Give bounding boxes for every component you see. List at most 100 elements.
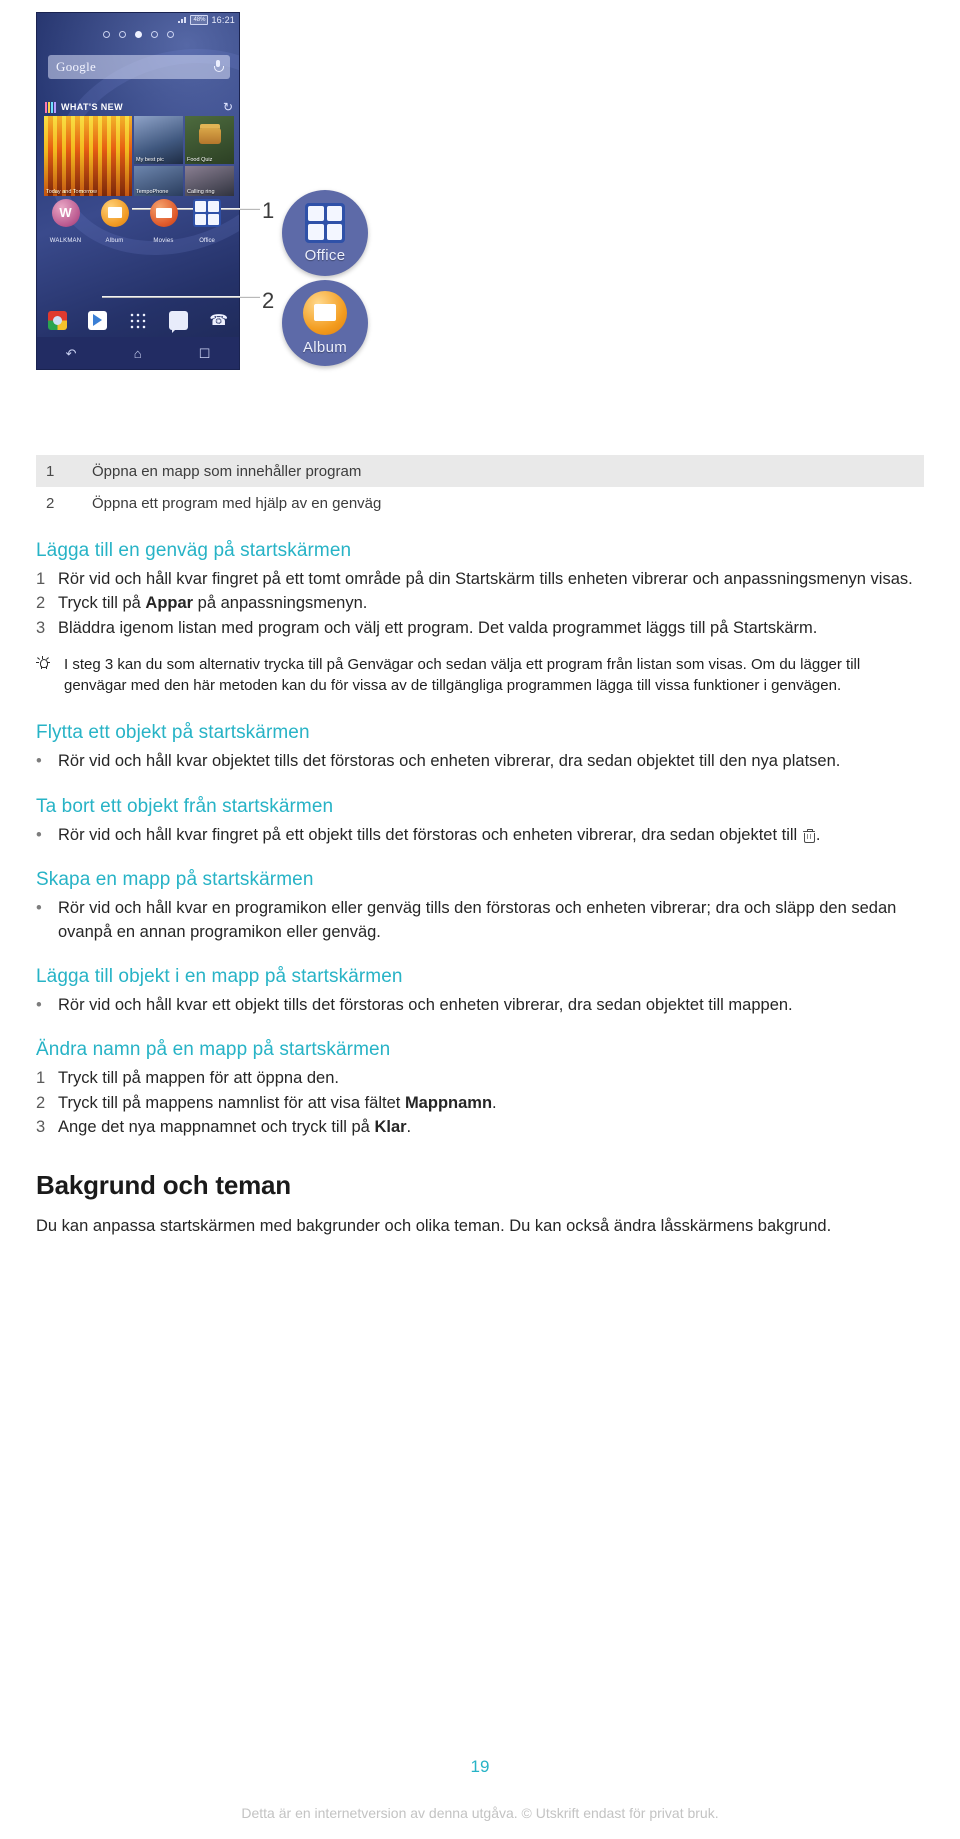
section-heading: Lägga till objekt i en mapp på startskär… — [36, 965, 403, 987]
section-heading: Skapa en mapp på startskärmen — [36, 869, 314, 891]
step-text-before: Tryck till på — [58, 594, 146, 613]
battery-icon: 48% — [190, 14, 209, 25]
step-text: Tryck till på Appar på anpassningsmenyn. — [58, 592, 926, 615]
status-clock: 16:21 — [211, 14, 235, 25]
app-movies[interactable]: Movies — [142, 199, 186, 247]
microphone-icon[interactable] — [214, 60, 224, 74]
back-icon[interactable]: ↶ — [66, 347, 77, 360]
legend-number: 2 — [46, 494, 55, 512]
phone-icon[interactable]: ☎ — [209, 311, 228, 330]
callout-number-1: 1 — [262, 198, 275, 223]
table-row: 1 Öppna en mapp som innehåller program — [36, 455, 924, 487]
bullet-marker: • — [36, 825, 42, 844]
page-dot-active — [134, 31, 142, 38]
list-item: 1 Tryck till på mappen för att öppna den… — [36, 1067, 926, 1090]
app-walkman[interactable]: WALKMAN — [44, 199, 88, 247]
app-label: Movies — [153, 238, 174, 244]
list-item: 1 Rör vid och håll kvar fingret på ett t… — [36, 568, 926, 591]
step-text-before: Tryck till på mappens namnlist för att v… — [58, 1093, 405, 1112]
walkman-icon — [51, 199, 80, 227]
step-text-emphasis: Klar — [374, 1118, 407, 1137]
bullet-list: • Rör vid och håll kvar en programikon e… — [36, 897, 926, 944]
tip-text: I steg 3 kan du som alternativ trycka ti… — [64, 656, 861, 695]
step-number: 3 — [36, 618, 46, 637]
list-item: • Rör vid och håll kvar objektet tills d… — [36, 750, 926, 773]
callout-album: Album — [282, 280, 368, 366]
home-icon[interactable]: ⌂ — [134, 347, 142, 360]
page-number: 19 — [470, 1757, 490, 1776]
step-text-after: . — [406, 1118, 412, 1137]
app-label: Album — [105, 238, 124, 244]
home-dock: ☎ — [37, 305, 239, 335]
tile-item[interactable]: My best pic — [134, 116, 183, 164]
chrome-icon[interactable] — [47, 310, 67, 330]
callout-office: Office — [282, 190, 368, 276]
google-logo: Google — [56, 59, 97, 74]
app-drawer-icon[interactable] — [128, 310, 148, 330]
album-icon — [100, 199, 129, 227]
figure-legend-table: 1 Öppna en mapp som innehåller program 2… — [36, 455, 924, 519]
whats-new-tiles: Today and Tomorrow My best pic Food Quiz… — [44, 116, 234, 196]
step-text-emphasis: Mappnamn — [404, 1093, 493, 1112]
office-folder-icon — [193, 199, 221, 227]
list-item: 3 Bläddra igenom listan med program och … — [36, 617, 926, 640]
home-page-indicator — [37, 31, 239, 38]
tile-item[interactable]: Calling ring — [185, 166, 234, 196]
section-create-folder: Skapa en mapp på startskärmen • Rör vid … — [36, 869, 926, 944]
table-row: 2 Öppna ett program med hjälp av en genv… — [36, 487, 924, 519]
tile-item[interactable]: TempoPhone — [134, 166, 183, 196]
step-text: Ange det nya mappnamnet och tryck till p… — [58, 1116, 926, 1139]
step-text-after: på anpassningsmenyn. — [193, 594, 368, 613]
callout-leader-line-2 — [102, 296, 260, 298]
legend-number: 1 — [46, 462, 55, 480]
step-number: 2 — [36, 594, 46, 613]
bullet-text: Rör vid och håll kvar en programikon ell… — [58, 899, 897, 941]
tile-title: Today and Tomorrow — [46, 188, 97, 195]
app-office-folder[interactable]: Office — [185, 199, 229, 247]
office-folder-icon — [305, 202, 345, 243]
section-add-to-folder: Lägga till objekt i en mapp på startskär… — [36, 966, 926, 1017]
bullet-text: Rör vid och håll kvar objektet tills det… — [58, 752, 841, 771]
movies-icon — [149, 199, 178, 227]
section-remove-item: Ta bort ett objekt från startskärmen • R… — [36, 796, 926, 847]
page-dot — [118, 31, 126, 38]
footer-note: Detta är en internetversion av denna utg… — [241, 1805, 719, 1821]
section-heading: Ändra namn på en mapp på startskärmen — [36, 1039, 391, 1061]
step-text-emphasis: Appar — [145, 594, 194, 613]
list-item: • Rör vid och håll kvar en programikon e… — [36, 897, 926, 944]
messaging-icon[interactable] — [168, 310, 188, 333]
bullet-marker: • — [36, 995, 42, 1014]
tile-item[interactable]: Today and Tomorrow — [44, 116, 132, 196]
step-text: Bläddra igenom listan med program och vä… — [58, 618, 818, 637]
app-label: WALKMAN — [49, 238, 82, 244]
step-number: 3 — [36, 1118, 46, 1137]
recents-icon[interactable]: ☐ — [199, 347, 211, 360]
tile-item[interactable]: Food Quiz — [185, 116, 234, 164]
android-navigation-bar: ↶ ⌂ ☐ — [37, 337, 239, 369]
google-search-bar[interactable]: Google — [48, 55, 230, 79]
step-list: 1 Tryck till på mappen för att öppna den… — [36, 1067, 926, 1139]
list-item: 3 Ange det nya mappnamnet och tryck till… — [36, 1116, 926, 1139]
album-icon — [303, 290, 347, 335]
refresh-icon[interactable]: ↻ — [223, 101, 233, 113]
phone-status-bar: 48% 16:21 — [37, 13, 239, 26]
page-dot — [150, 31, 158, 38]
page-title: Bakgrund och teman — [36, 1169, 291, 1200]
play-store-icon[interactable] — [88, 310, 108, 330]
tip-note: I steg 3 kan du som alternativ trycka ti… — [36, 654, 926, 696]
tile-title: Food Quiz — [187, 156, 213, 163]
step-text: Tryck till på mappens namnlist för att v… — [58, 1092, 926, 1115]
step-number: 2 — [36, 1093, 46, 1112]
step-text: Tryck till på mappen för att öppna den. — [58, 1069, 339, 1088]
callout-label: Office — [304, 246, 346, 264]
section-heading: Ta bort ett objekt från startskärmen — [36, 795, 334, 817]
trash-icon — [802, 828, 816, 843]
bullet-list: • Rör vid och håll kvar fingret på ett o… — [36, 824, 926, 847]
bullet-text: Rör vid och håll kvar fingret på ett obj… — [58, 824, 926, 847]
section-heading: Flytta ett objekt på startskärmen — [36, 722, 310, 744]
bullet-marker: • — [36, 899, 42, 918]
page-dot — [166, 31, 174, 38]
app-album[interactable]: Album — [93, 199, 137, 247]
bullet-text-after: . — [815, 825, 821, 844]
list-item: 2 Tryck till på Appar på anpassningsmeny… — [36, 592, 926, 615]
